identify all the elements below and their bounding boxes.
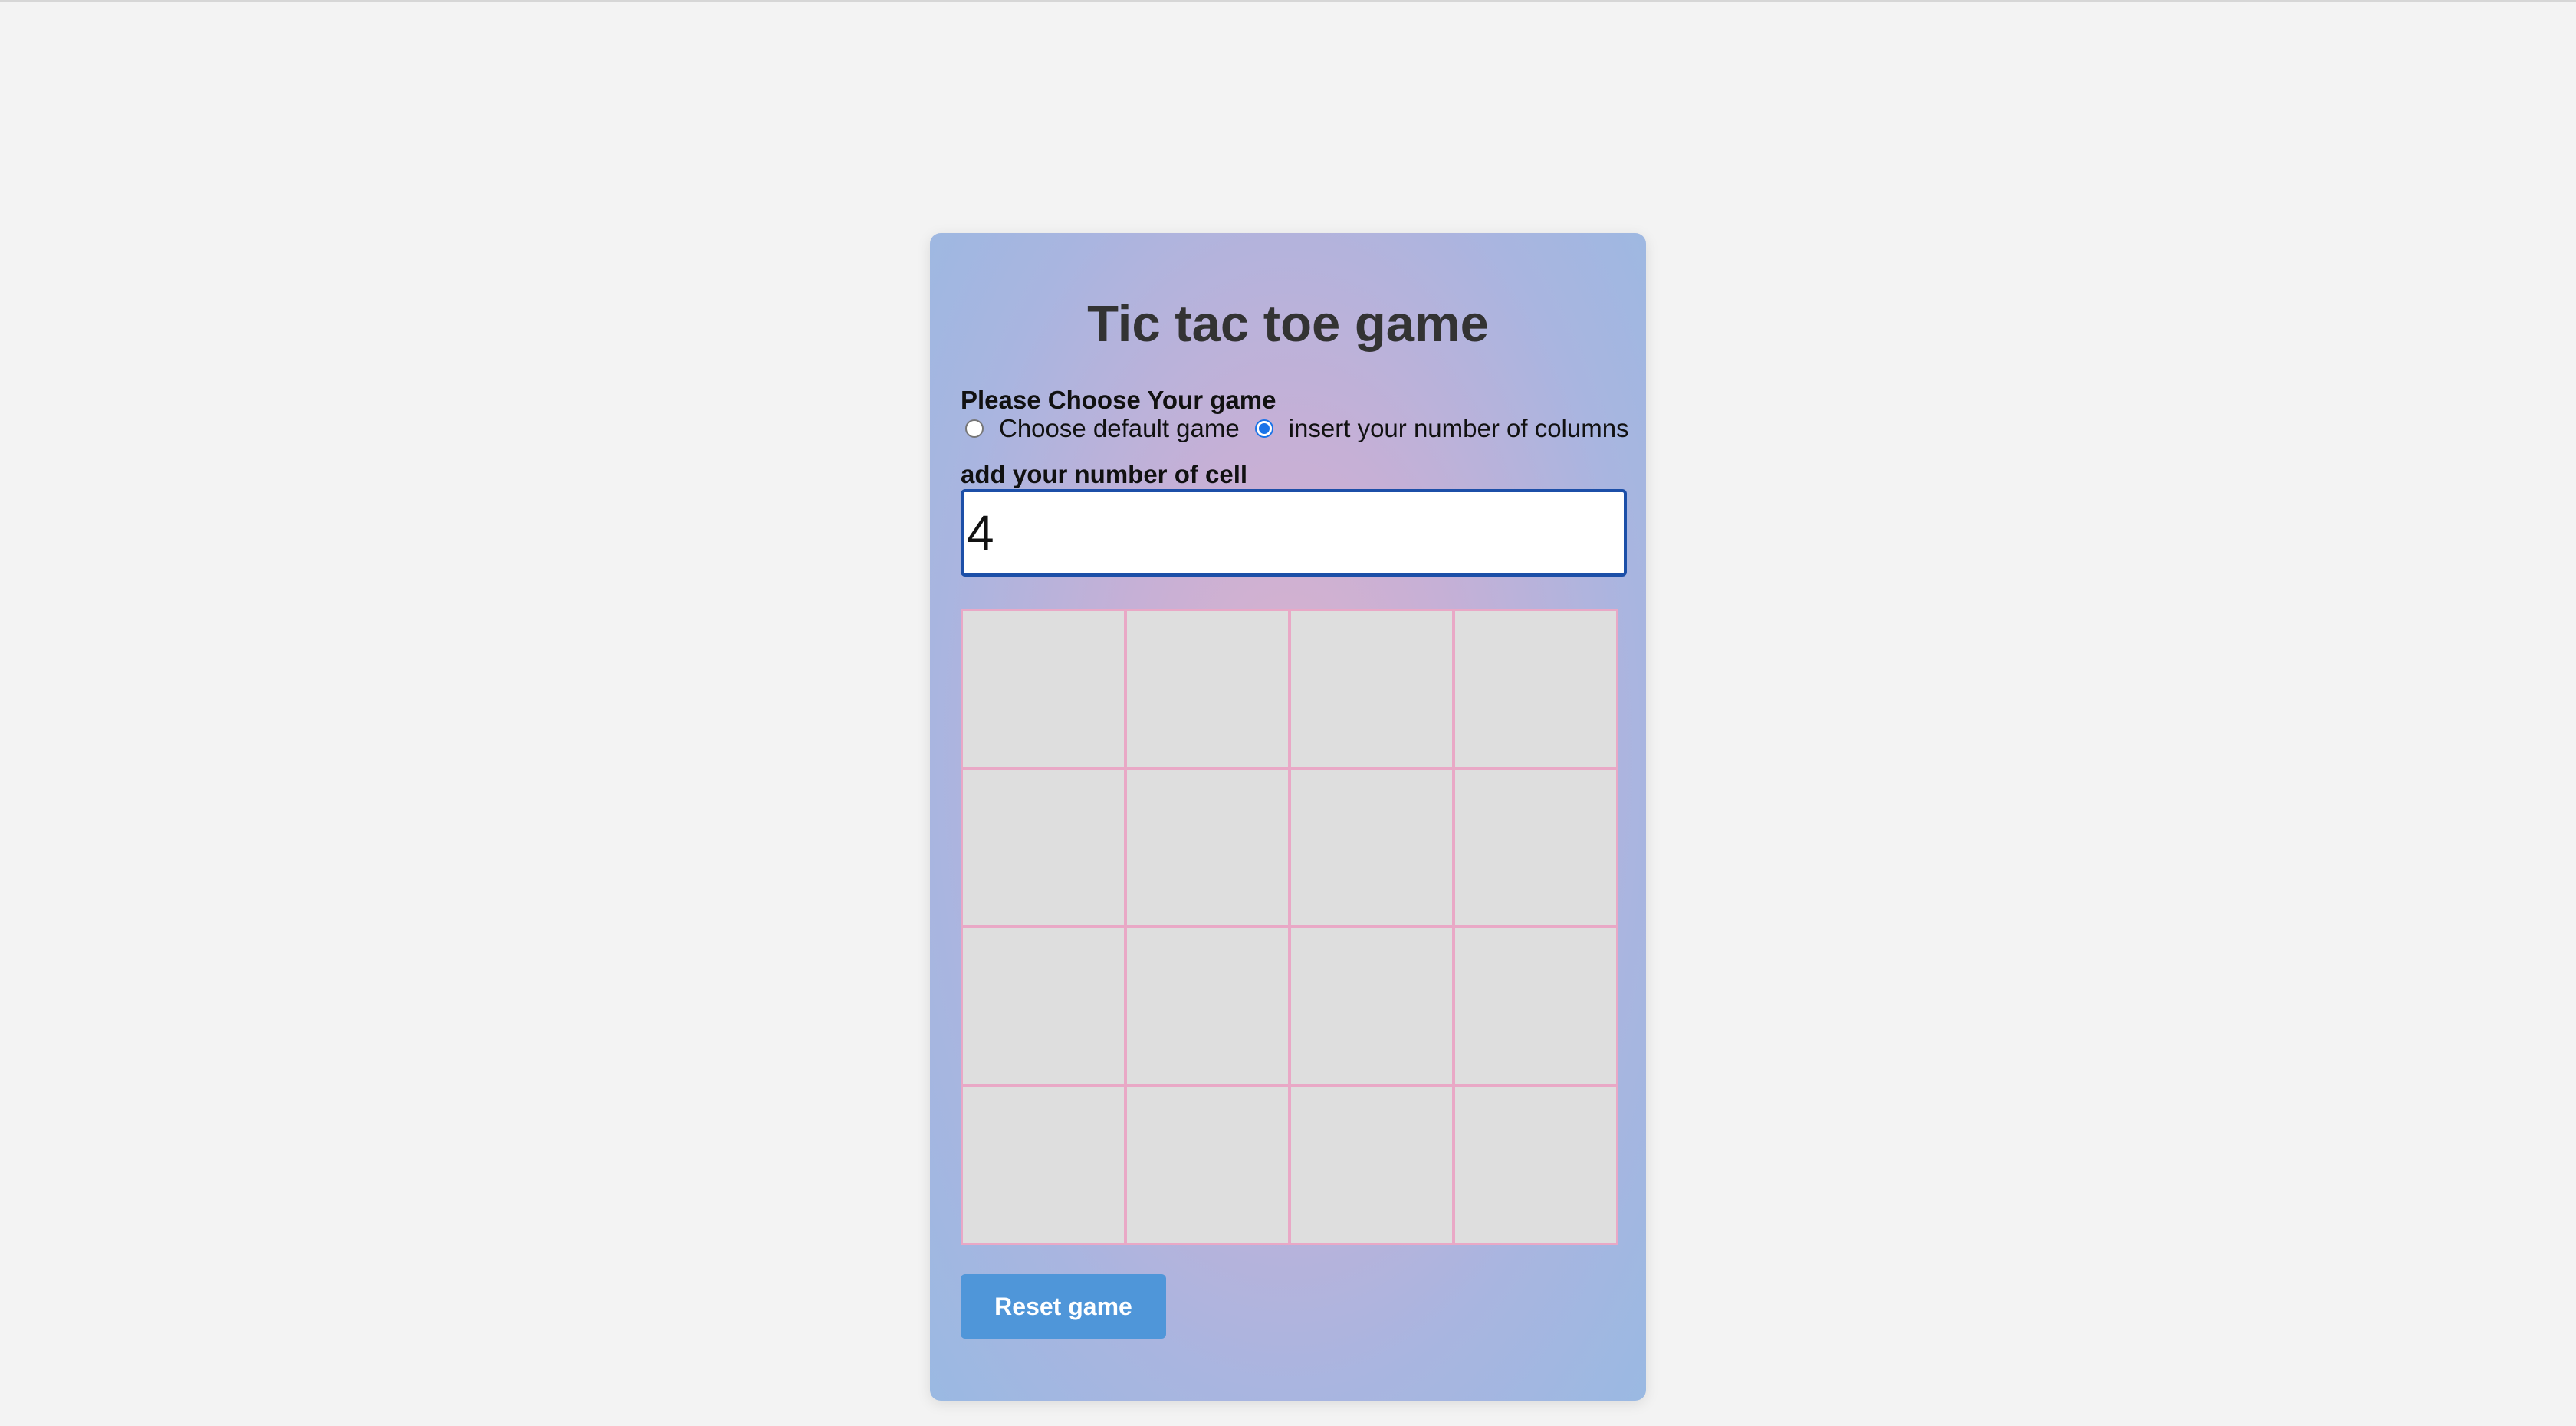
- cell-count-label: add your number of cell: [961, 460, 1248, 488]
- radio-custom-columns[interactable]: [1254, 419, 1273, 438]
- game-card: Tic tac toe game Please Choose Your game…: [930, 233, 1646, 1401]
- board-cell[interactable]: [1127, 611, 1288, 767]
- game-mode-options: Choose default game insert your number o…: [965, 414, 1644, 443]
- board-cell[interactable]: [1127, 1087, 1288, 1243]
- browser-top-border: [0, 0, 2576, 2]
- radio-default-game[interactable]: [965, 419, 984, 438]
- board-cell[interactable]: [1291, 928, 1452, 1084]
- board-cell[interactable]: [1291, 611, 1452, 767]
- cell-count-input[interactable]: [961, 489, 1627, 577]
- board-cell[interactable]: [1291, 770, 1452, 925]
- board-cell[interactable]: [1455, 770, 1616, 925]
- board-cell[interactable]: [963, 928, 1124, 1084]
- board-cell[interactable]: [1127, 928, 1288, 1084]
- board-cell[interactable]: [1455, 1087, 1616, 1243]
- board-cell[interactable]: [963, 1087, 1124, 1243]
- board-cell[interactable]: [1127, 770, 1288, 925]
- page-title: Tic tac toe game: [1087, 295, 1489, 353]
- board-cell[interactable]: [963, 611, 1124, 767]
- game-mode-label: Please Choose Your game: [961, 386, 1276, 414]
- board-cell[interactable]: [1455, 611, 1616, 767]
- board-cell[interactable]: [963, 770, 1124, 925]
- game-board: [961, 609, 1618, 1245]
- radio-custom-columns-label[interactable]: insert your number of columns: [1289, 414, 1629, 443]
- board-cell[interactable]: [1455, 928, 1616, 1084]
- board-cell[interactable]: [1291, 1087, 1452, 1243]
- reset-game-button[interactable]: Reset game: [961, 1274, 1166, 1339]
- radio-default-game-label[interactable]: Choose default game: [999, 414, 1240, 443]
